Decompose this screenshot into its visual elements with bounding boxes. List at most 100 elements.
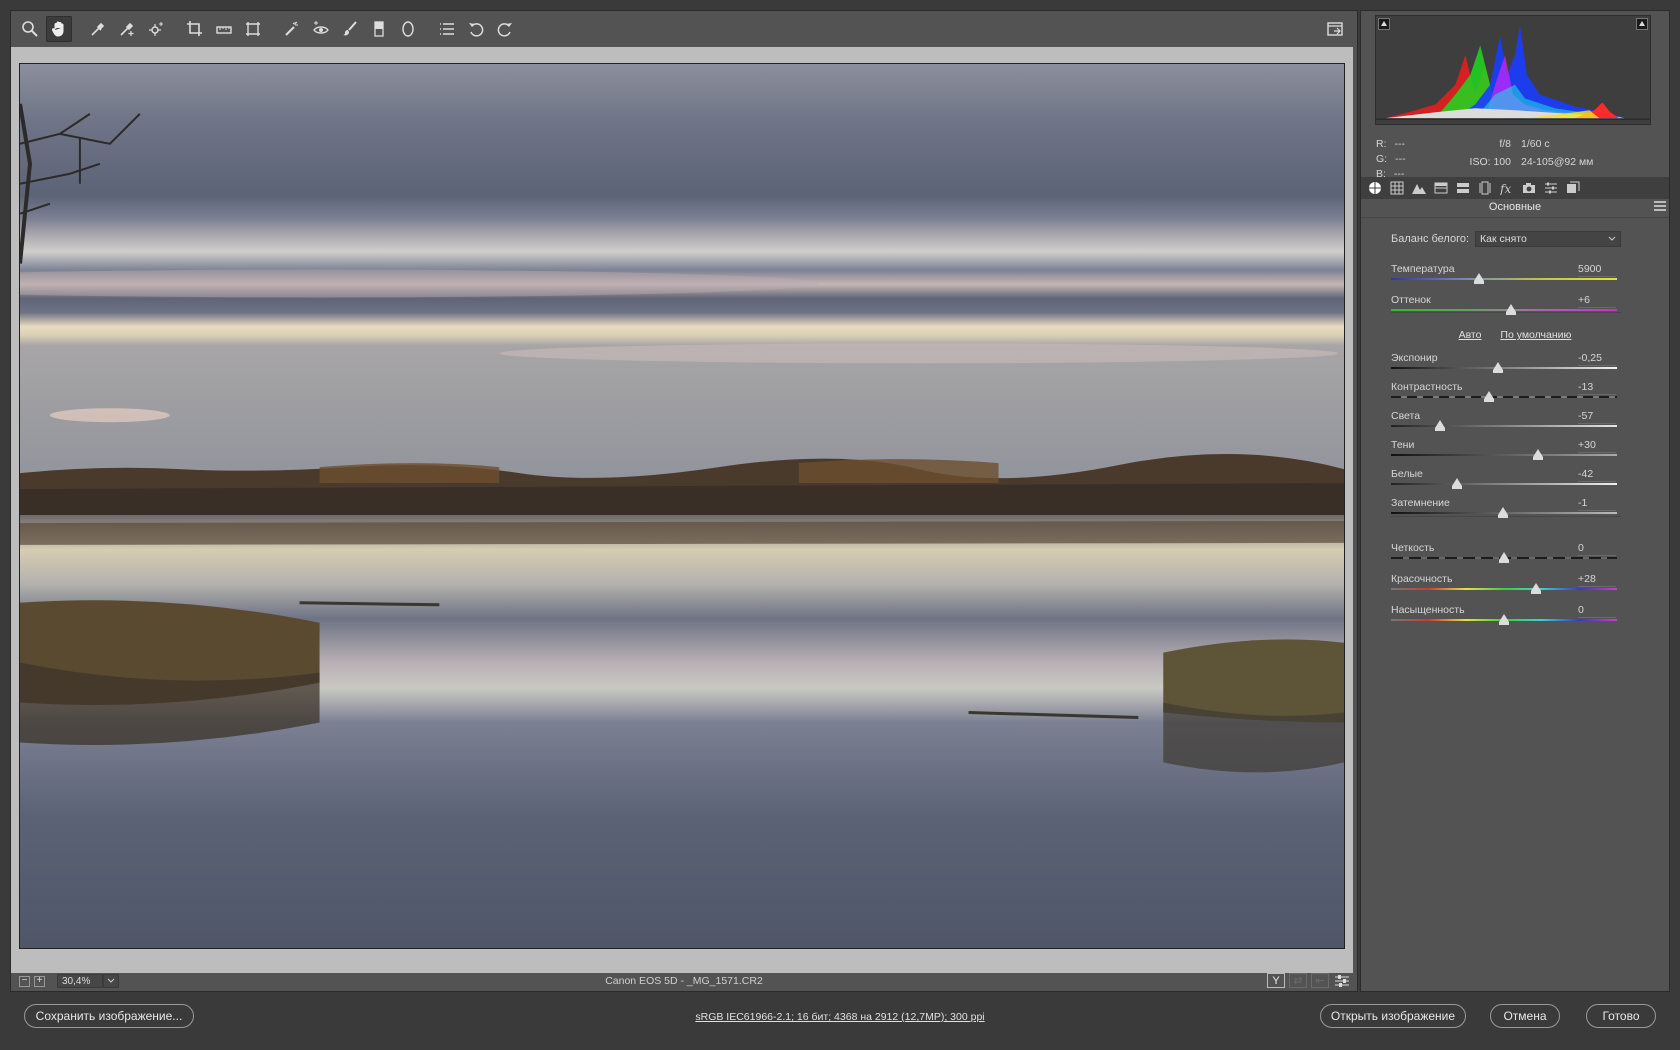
presets-list-tool[interactable] <box>434 16 460 42</box>
tint-slider[interactable]: Оттенок +6 <box>1391 294 1617 320</box>
blacks-value-field[interactable]: -1 <box>1578 497 1616 511</box>
presets-icon <box>1545 182 1557 194</box>
highlights-thumb[interactable] <box>1434 420 1445 431</box>
saturation-thumb[interactable] <box>1499 614 1509 625</box>
whites-track[interactable] <box>1391 483 1617 485</box>
cancel-button[interactable]: Отмена <box>1490 1004 1560 1028</box>
straighten-tool[interactable] <box>211 16 237 42</box>
spot-brush-icon <box>285 21 298 36</box>
vibrance-track[interactable] <box>1391 588 1617 590</box>
shadows-track[interactable] <box>1391 454 1617 456</box>
auto-link[interactable]: Авто <box>1459 329 1482 341</box>
shadow-clipping-warning[interactable] <box>1378 18 1390 30</box>
contrast-value-field[interactable]: -13 <box>1578 381 1616 395</box>
contrast-track[interactable] <box>1391 396 1617 398</box>
blacks-thumb[interactable] <box>1497 507 1508 518</box>
landscape-photo <box>20 64 1344 948</box>
exif-info: f/8 1/60 с ISO: 100 24-105@92 мм <box>1451 135 1601 171</box>
zoom-dropdown[interactable] <box>103 974 119 988</box>
white-balance-select[interactable]: Как снято <box>1475 231 1622 247</box>
adjustment-brush-tool[interactable] <box>337 16 363 42</box>
targeted-adjustment-tool[interactable] <box>143 16 169 42</box>
g-value: --- <box>1395 153 1406 165</box>
spot-removal-tool[interactable] <box>279 16 305 42</box>
svg-text:fx: fx <box>1500 182 1511 195</box>
radial-filter-tool[interactable] <box>395 16 421 42</box>
split-toning-icon <box>1457 183 1469 193</box>
brush-icon <box>343 21 357 36</box>
blacks-slider[interactable]: Затемнение -1 <box>1391 497 1617 523</box>
exposure-track[interactable] <box>1391 367 1617 369</box>
crop-tool[interactable] <box>182 16 208 42</box>
contrast-slider[interactable]: Контрастность -13 <box>1391 381 1617 407</box>
tint-track[interactable] <box>1391 309 1617 311</box>
target-icon <box>149 22 163 36</box>
photo-preview[interactable] <box>19 63 1345 949</box>
white-balance-tool[interactable] <box>85 16 111 42</box>
before-after-toggle[interactable]: Y <box>1267 973 1285 988</box>
transform-tool[interactable] <box>240 16 266 42</box>
tab-basic[interactable] <box>1365 178 1385 198</box>
zoom-level-field[interactable]: 30,4% <box>57 974 103 988</box>
shadows-value-field[interactable]: +30 <box>1578 439 1616 453</box>
contrast-thumb[interactable] <box>1484 391 1495 402</box>
open-prefs-icon <box>1327 22 1343 36</box>
saturation-value-field[interactable]: 0 <box>1578 604 1616 618</box>
hand-tool[interactable] <box>46 16 72 42</box>
tab-snapshots[interactable] <box>1563 178 1583 198</box>
highlights-value-field[interactable]: -57 <box>1578 410 1616 424</box>
tab-camera-calibration[interactable] <box>1519 178 1539 198</box>
temperature-track[interactable] <box>1391 278 1617 280</box>
clarity-slider[interactable]: Четкость 0 <box>1391 542 1617 568</box>
vibrance-slider[interactable]: Красочность +28 <box>1391 573 1617 599</box>
tab-presets[interactable] <box>1541 178 1561 198</box>
temperature-value-field[interactable]: 5900 <box>1578 263 1616 277</box>
done-button[interactable]: Готово <box>1586 1004 1656 1028</box>
section-menu-icon[interactable] <box>1654 201 1666 211</box>
exposure-thumb[interactable] <box>1493 362 1504 373</box>
zoom-tool[interactable] <box>17 16 43 42</box>
whites-slider[interactable]: Белые -42 <box>1391 468 1617 494</box>
whites-value-field[interactable]: -42 <box>1578 468 1616 482</box>
shadows-slider[interactable]: Тени +30 <box>1391 439 1617 465</box>
zoom-in-button[interactable]: + <box>34 975 45 987</box>
shadows-thumb[interactable] <box>1532 449 1543 460</box>
tab-effects[interactable]: fx <box>1497 178 1517 198</box>
rotate-ccw-tool[interactable] <box>463 16 489 42</box>
vibrance-value-field[interactable]: +28 <box>1578 573 1616 587</box>
highlights-track[interactable] <box>1391 425 1617 427</box>
preview-settings-button[interactable] <box>1333 973 1351 988</box>
clarity-thumb[interactable] <box>1499 552 1509 563</box>
tab-hsl[interactable] <box>1431 178 1451 198</box>
rotate-cw-tool[interactable] <box>492 16 518 42</box>
adjustments-panel: R: --- G: --- B: --- f/8 1/60 с ISO: 100 24-1… <box>1360 10 1670 992</box>
tab-lens-corrections[interactable] <box>1475 178 1495 198</box>
whites-thumb[interactable] <box>1451 478 1462 489</box>
highlights-slider[interactable]: Света -57 <box>1391 410 1617 436</box>
default-link[interactable]: По умолчанию <box>1500 329 1571 341</box>
highlight-clipping-warning[interactable] <box>1636 18 1648 30</box>
open-image-button[interactable]: Открыть изображение <box>1320 1004 1466 1028</box>
zoom-out-button[interactable]: − <box>19 975 30 987</box>
color-sampler-tool[interactable] <box>114 16 140 42</box>
exposure-value-field[interactable]: -0,25 <box>1578 352 1616 366</box>
swap-settings-button[interactable]: ⇄ <box>1289 973 1307 988</box>
tab-split-toning[interactable] <box>1453 178 1473 198</box>
tint-thumb[interactable] <box>1505 304 1516 315</box>
exposure-slider[interactable]: Экспонир -0,25 <box>1391 352 1617 378</box>
temperature-slider[interactable]: Температура 5900 <box>1391 263 1617 289</box>
tint-value-field[interactable]: +6 <box>1578 294 1616 308</box>
snapshots-icon <box>1567 181 1580 193</box>
temperature-thumb[interactable] <box>1474 273 1485 284</box>
image-canvas[interactable] <box>11 47 1353 973</box>
preferences-button[interactable] <box>1322 16 1348 42</box>
vibrance-thumb[interactable] <box>1530 583 1541 594</box>
red-eye-tool[interactable] <box>308 16 334 42</box>
saturation-slider[interactable]: Насыщенность 0 <box>1391 604 1617 630</box>
copy-settings-button[interactable]: ⇤ <box>1311 973 1329 988</box>
clarity-value-field[interactable]: 0 <box>1578 542 1616 556</box>
tab-detail[interactable] <box>1409 178 1429 198</box>
graduated-filter-tool[interactable] <box>366 16 392 42</box>
tab-tone-curve[interactable] <box>1387 178 1407 198</box>
histogram-graph <box>1376 25 1650 120</box>
